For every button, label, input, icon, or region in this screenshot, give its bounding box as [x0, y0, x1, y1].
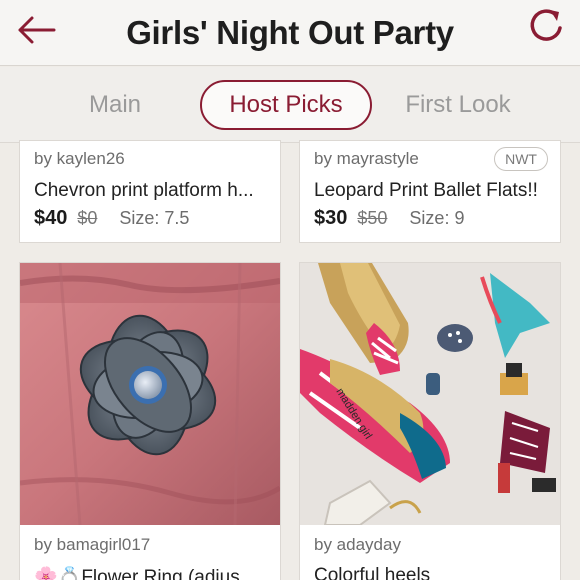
listing-photo[interactable] [20, 263, 280, 525]
price-row: $40 $0 Size: 7.5 [34, 207, 189, 230]
listing-grid: by kaylen26 Chevron print platform h... … [0, 140, 580, 580]
listing-card[interactable]: by bamagirl017 🌸💍Flower Ring (adjus... [19, 262, 281, 580]
page-title: Girls' Night Out Party [126, 13, 454, 51]
back-arrow-icon [18, 16, 56, 44]
listing-card[interactable]: madden girl by adayday Colorful heels [299, 262, 561, 580]
seller-name[interactable]: by bamagirl017 [34, 535, 150, 555]
seller-name[interactable]: by kaylen26 [34, 149, 125, 169]
colorful-heels-photo: madden girl [300, 263, 560, 525]
original-price: $50 [357, 208, 388, 228]
seller-name[interactable]: by mayrastyle [314, 149, 419, 169]
tab-first-look[interactable]: First Look [390, 80, 526, 130]
tab-bar: Main Host Picks First Look [0, 67, 580, 143]
listing-size: Size: 7.5 [119, 208, 190, 228]
refresh-button[interactable] [524, 4, 568, 48]
original-price: $0 [77, 208, 98, 228]
tab-main[interactable]: Main [60, 80, 170, 130]
price-row: $30 $50 Size: 9 [314, 207, 464, 230]
listing-photo[interactable]: madden girl [300, 263, 560, 525]
listing-title[interactable]: Colorful heels [314, 565, 548, 580]
listing-title[interactable]: 🌸💍Flower Ring (adjus... [34, 565, 268, 580]
listing-price: $40 [34, 207, 68, 229]
back-button[interactable] [14, 8, 58, 52]
top-header: Girls' Night Out Party [0, 0, 580, 66]
nwt-badge: NWT [494, 147, 548, 171]
tab-host-picks[interactable]: Host Picks [200, 80, 372, 130]
listing-size: Size: 9 [409, 208, 465, 228]
listing-price: $30 [314, 207, 348, 229]
seller-name[interactable]: by adayday [314, 535, 401, 555]
refresh-icon [530, 9, 562, 41]
listing-card[interactable]: by mayrastyle NWT Leopard Print Ballet F… [299, 140, 561, 243]
listing-title[interactable]: Leopard Print Ballet Flats!! [314, 180, 548, 202]
flower-ring-photo [20, 263, 280, 525]
app-screen: Girls' Night Out Party Main Host Picks F… [0, 0, 580, 580]
listing-title[interactable]: Chevron print platform h... [34, 180, 268, 202]
listing-card[interactable]: by kaylen26 Chevron print platform h... … [19, 140, 281, 243]
